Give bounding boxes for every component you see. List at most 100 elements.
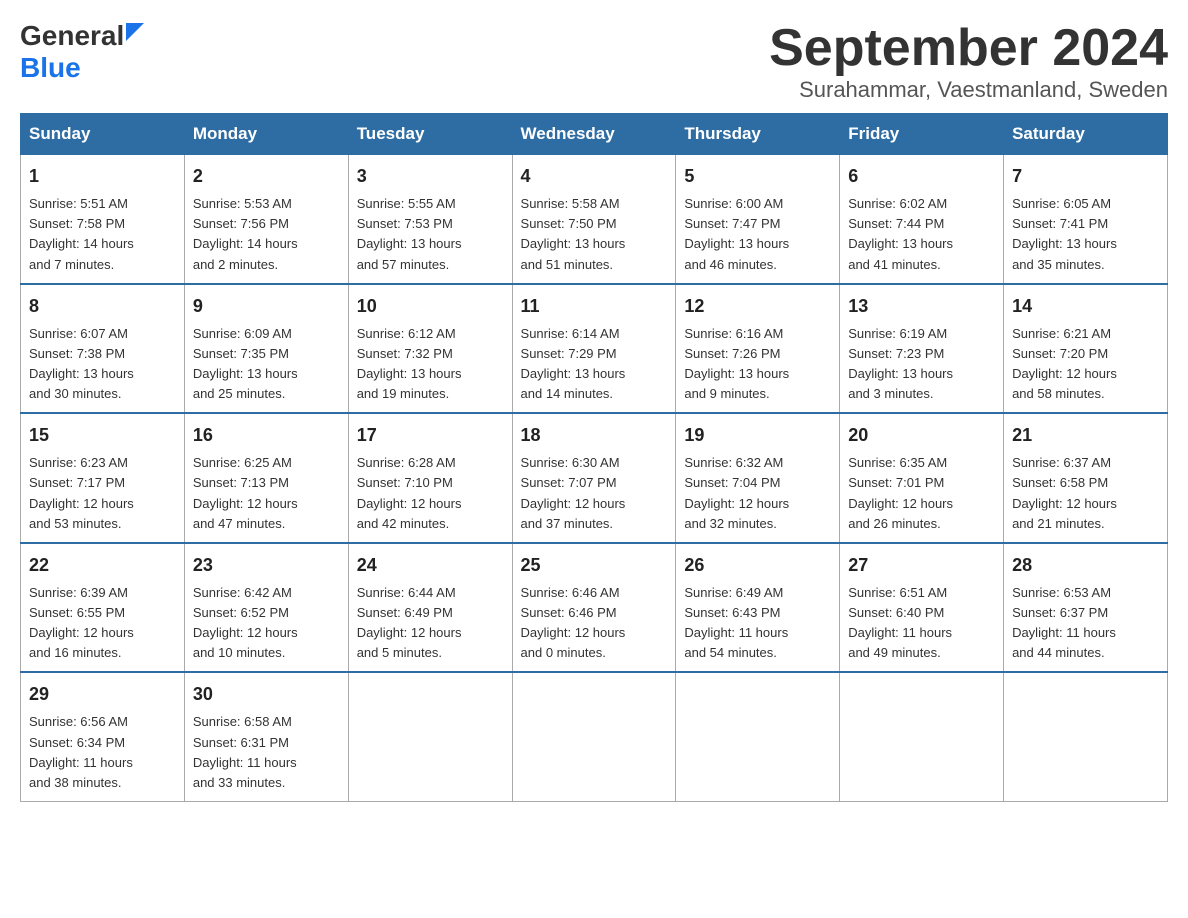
day-number: 1	[29, 163, 176, 190]
day-number: 14	[1012, 293, 1159, 320]
table-row: 19 Sunrise: 6:32 AMSunset: 7:04 PMDaylig…	[676, 413, 840, 543]
day-number: 18	[521, 422, 668, 449]
day-number: 30	[193, 681, 340, 708]
col-sunday: Sunday	[21, 114, 185, 155]
logo-arrow-icon	[126, 23, 144, 41]
day-info: Sunrise: 6:23 AMSunset: 7:17 PMDaylight:…	[29, 455, 134, 530]
day-number: 5	[684, 163, 831, 190]
day-number: 9	[193, 293, 340, 320]
day-info: Sunrise: 5:51 AMSunset: 7:58 PMDaylight:…	[29, 196, 134, 271]
col-friday: Friday	[840, 114, 1004, 155]
day-number: 19	[684, 422, 831, 449]
table-row: 13 Sunrise: 6:19 AMSunset: 7:23 PMDaylig…	[840, 284, 1004, 414]
day-number: 7	[1012, 163, 1159, 190]
day-number: 26	[684, 552, 831, 579]
day-info: Sunrise: 6:32 AMSunset: 7:04 PMDaylight:…	[684, 455, 789, 530]
title-block: September 2024 Surahammar, Vaestmanland,…	[769, 20, 1168, 103]
day-info: Sunrise: 5:58 AMSunset: 7:50 PMDaylight:…	[521, 196, 626, 271]
day-info: Sunrise: 6:39 AMSunset: 6:55 PMDaylight:…	[29, 585, 134, 660]
table-row	[676, 672, 840, 801]
day-number: 23	[193, 552, 340, 579]
day-info: Sunrise: 6:21 AMSunset: 7:20 PMDaylight:…	[1012, 326, 1117, 401]
table-row: 29 Sunrise: 6:56 AMSunset: 6:34 PMDaylig…	[21, 672, 185, 801]
table-row: 14 Sunrise: 6:21 AMSunset: 7:20 PMDaylig…	[1004, 284, 1168, 414]
day-info: Sunrise: 6:37 AMSunset: 6:58 PMDaylight:…	[1012, 455, 1117, 530]
day-info: Sunrise: 6:14 AMSunset: 7:29 PMDaylight:…	[521, 326, 626, 401]
page-header: General Blue September 2024 Surahammar, …	[20, 20, 1168, 103]
day-info: Sunrise: 6:28 AMSunset: 7:10 PMDaylight:…	[357, 455, 462, 530]
table-row: 24 Sunrise: 6:44 AMSunset: 6:49 PMDaylig…	[348, 543, 512, 673]
day-number: 11	[521, 293, 668, 320]
table-row	[512, 672, 676, 801]
day-info: Sunrise: 6:02 AMSunset: 7:44 PMDaylight:…	[848, 196, 953, 271]
day-number: 13	[848, 293, 995, 320]
table-row: 9 Sunrise: 6:09 AMSunset: 7:35 PMDayligh…	[184, 284, 348, 414]
logo-blue: Blue	[20, 52, 144, 84]
calendar-table: Sunday Monday Tuesday Wednesday Thursday…	[20, 113, 1168, 802]
day-number: 24	[357, 552, 504, 579]
day-number: 4	[521, 163, 668, 190]
table-row	[348, 672, 512, 801]
day-info: Sunrise: 6:46 AMSunset: 6:46 PMDaylight:…	[521, 585, 626, 660]
day-number: 25	[521, 552, 668, 579]
table-row: 26 Sunrise: 6:49 AMSunset: 6:43 PMDaylig…	[676, 543, 840, 673]
table-row: 22 Sunrise: 6:39 AMSunset: 6:55 PMDaylig…	[21, 543, 185, 673]
day-info: Sunrise: 6:12 AMSunset: 7:32 PMDaylight:…	[357, 326, 462, 401]
day-number: 12	[684, 293, 831, 320]
day-info: Sunrise: 6:51 AMSunset: 6:40 PMDaylight:…	[848, 585, 952, 660]
col-wednesday: Wednesday	[512, 114, 676, 155]
location-subtitle: Surahammar, Vaestmanland, Sweden	[769, 77, 1168, 103]
day-number: 29	[29, 681, 176, 708]
col-monday: Monday	[184, 114, 348, 155]
table-row: 18 Sunrise: 6:30 AMSunset: 7:07 PMDaylig…	[512, 413, 676, 543]
calendar-header-row: Sunday Monday Tuesday Wednesday Thursday…	[21, 114, 1168, 155]
day-info: Sunrise: 5:53 AMSunset: 7:56 PMDaylight:…	[193, 196, 298, 271]
table-row: 5 Sunrise: 6:00 AMSunset: 7:47 PMDayligh…	[676, 155, 840, 284]
table-row	[1004, 672, 1168, 801]
table-row: 15 Sunrise: 6:23 AMSunset: 7:17 PMDaylig…	[21, 413, 185, 543]
calendar-week-row: 15 Sunrise: 6:23 AMSunset: 7:17 PMDaylig…	[21, 413, 1168, 543]
table-row: 16 Sunrise: 6:25 AMSunset: 7:13 PMDaylig…	[184, 413, 348, 543]
table-row: 8 Sunrise: 6:07 AMSunset: 7:38 PMDayligh…	[21, 284, 185, 414]
day-info: Sunrise: 6:56 AMSunset: 6:34 PMDaylight:…	[29, 714, 133, 789]
logo: General Blue	[20, 20, 144, 84]
logo-general: General	[20, 20, 124, 52]
day-info: Sunrise: 6:09 AMSunset: 7:35 PMDaylight:…	[193, 326, 298, 401]
calendar-week-row: 29 Sunrise: 6:56 AMSunset: 6:34 PMDaylig…	[21, 672, 1168, 801]
day-info: Sunrise: 6:19 AMSunset: 7:23 PMDaylight:…	[848, 326, 953, 401]
col-saturday: Saturday	[1004, 114, 1168, 155]
table-row: 2 Sunrise: 5:53 AMSunset: 7:56 PMDayligh…	[184, 155, 348, 284]
calendar-week-row: 1 Sunrise: 5:51 AMSunset: 7:58 PMDayligh…	[21, 155, 1168, 284]
day-info: Sunrise: 5:55 AMSunset: 7:53 PMDaylight:…	[357, 196, 462, 271]
day-info: Sunrise: 6:25 AMSunset: 7:13 PMDaylight:…	[193, 455, 298, 530]
table-row: 7 Sunrise: 6:05 AMSunset: 7:41 PMDayligh…	[1004, 155, 1168, 284]
month-title: September 2024	[769, 20, 1168, 77]
day-number: 20	[848, 422, 995, 449]
table-row: 11 Sunrise: 6:14 AMSunset: 7:29 PMDaylig…	[512, 284, 676, 414]
day-info: Sunrise: 6:05 AMSunset: 7:41 PMDaylight:…	[1012, 196, 1117, 271]
day-number: 2	[193, 163, 340, 190]
table-row: 4 Sunrise: 5:58 AMSunset: 7:50 PMDayligh…	[512, 155, 676, 284]
table-row: 23 Sunrise: 6:42 AMSunset: 6:52 PMDaylig…	[184, 543, 348, 673]
day-info: Sunrise: 6:07 AMSunset: 7:38 PMDaylight:…	[29, 326, 134, 401]
col-tuesday: Tuesday	[348, 114, 512, 155]
day-number: 16	[193, 422, 340, 449]
table-row: 17 Sunrise: 6:28 AMSunset: 7:10 PMDaylig…	[348, 413, 512, 543]
day-info: Sunrise: 6:53 AMSunset: 6:37 PMDaylight:…	[1012, 585, 1116, 660]
table-row: 6 Sunrise: 6:02 AMSunset: 7:44 PMDayligh…	[840, 155, 1004, 284]
table-row: 20 Sunrise: 6:35 AMSunset: 7:01 PMDaylig…	[840, 413, 1004, 543]
col-thursday: Thursday	[676, 114, 840, 155]
day-number: 6	[848, 163, 995, 190]
day-number: 27	[848, 552, 995, 579]
table-row: 30 Sunrise: 6:58 AMSunset: 6:31 PMDaylig…	[184, 672, 348, 801]
table-row: 21 Sunrise: 6:37 AMSunset: 6:58 PMDaylig…	[1004, 413, 1168, 543]
table-row: 1 Sunrise: 5:51 AMSunset: 7:58 PMDayligh…	[21, 155, 185, 284]
day-info: Sunrise: 6:16 AMSunset: 7:26 PMDaylight:…	[684, 326, 789, 401]
table-row: 12 Sunrise: 6:16 AMSunset: 7:26 PMDaylig…	[676, 284, 840, 414]
day-number: 15	[29, 422, 176, 449]
table-row: 10 Sunrise: 6:12 AMSunset: 7:32 PMDaylig…	[348, 284, 512, 414]
day-number: 17	[357, 422, 504, 449]
day-info: Sunrise: 6:42 AMSunset: 6:52 PMDaylight:…	[193, 585, 298, 660]
day-info: Sunrise: 6:58 AMSunset: 6:31 PMDaylight:…	[193, 714, 297, 789]
day-number: 8	[29, 293, 176, 320]
